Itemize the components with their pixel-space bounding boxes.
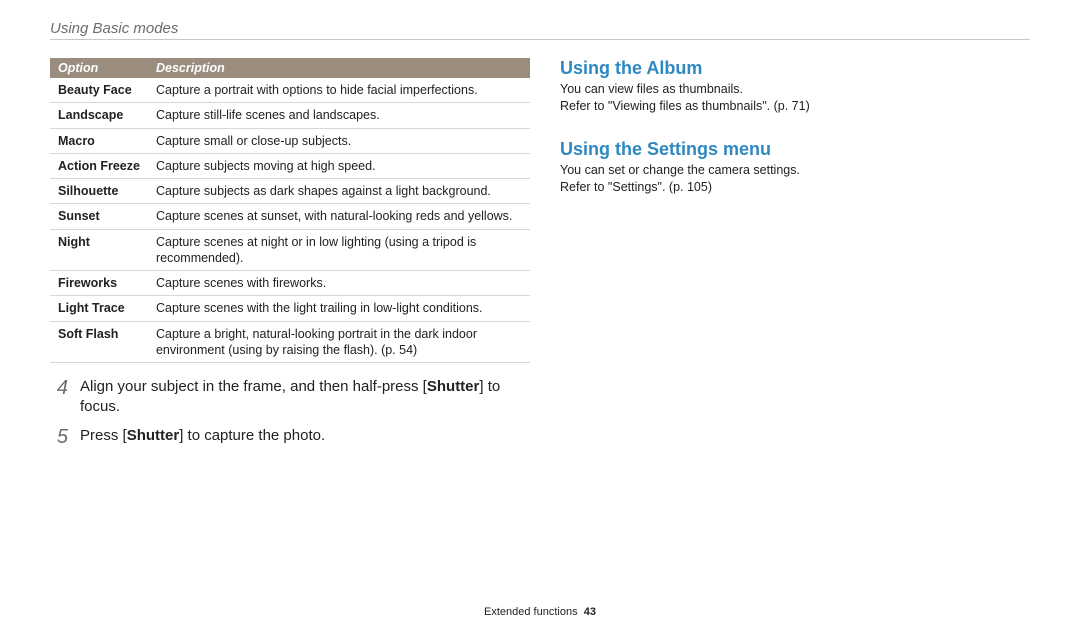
option-desc: Capture a bright, natural-looking portra… bbox=[148, 321, 530, 363]
table-header-option: Option bbox=[50, 58, 148, 78]
option-desc: Capture scenes with fireworks. bbox=[148, 271, 530, 296]
option-name: Sunset bbox=[50, 204, 148, 229]
option-name: Landscape bbox=[50, 103, 148, 128]
table-header-description: Description bbox=[148, 58, 530, 78]
section-heading-album: Using the Album bbox=[560, 58, 1030, 79]
step-number: 4 bbox=[50, 377, 68, 400]
step-text-bold: Shutter bbox=[427, 378, 480, 395]
step-number: 5 bbox=[50, 426, 68, 449]
table-row: Beauty FaceCapture a portrait with optio… bbox=[50, 78, 530, 103]
section-line: Refer to "Settings". (p. 105) bbox=[560, 179, 1030, 196]
option-name: Night bbox=[50, 229, 148, 271]
option-name: Silhouette bbox=[50, 179, 148, 204]
table-row: Soft FlashCapture a bright, natural-look… bbox=[50, 321, 530, 363]
option-desc: Capture subjects as dark shapes against … bbox=[148, 179, 530, 204]
table-row: Action FreezeCapture subjects moving at … bbox=[50, 153, 530, 178]
option-desc: Capture subjects moving at high speed. bbox=[148, 153, 530, 178]
option-desc: Capture scenes with the light trailing i… bbox=[148, 296, 530, 321]
section-line: Refer to "Viewing files as thumbnails". … bbox=[560, 98, 1030, 115]
options-table: Option Description Beauty FaceCapture a … bbox=[50, 58, 530, 363]
right-column: Using the Album You can view files as th… bbox=[560, 58, 1030, 457]
option-name: Macro bbox=[50, 128, 148, 153]
section-line: You can set or change the camera setting… bbox=[560, 162, 1030, 179]
option-desc: Capture scenes at night or in low lighti… bbox=[148, 229, 530, 271]
table-row: SilhouetteCapture subjects as dark shape… bbox=[50, 179, 530, 204]
step-text-bold: Shutter bbox=[127, 427, 180, 444]
option-name: Light Trace bbox=[50, 296, 148, 321]
left-column: Option Description Beauty FaceCapture a … bbox=[50, 58, 530, 457]
footer-page-number: 43 bbox=[584, 606, 596, 618]
table-row: SunsetCapture scenes at sunset, with nat… bbox=[50, 204, 530, 229]
step-5: 5 Press [Shutter] to capture the photo. bbox=[50, 426, 530, 449]
steps-list: 4 Align your subject in the frame, and t… bbox=[50, 377, 530, 449]
option-desc: Capture a portrait with options to hide … bbox=[148, 78, 530, 103]
table-row: LandscapeCapture still-life scenes and l… bbox=[50, 103, 530, 128]
option-name: Soft Flash bbox=[50, 321, 148, 363]
section-body-album: You can view files as thumbnails. Refer … bbox=[560, 81, 1030, 115]
section-body-settings: You can set or change the camera setting… bbox=[560, 162, 1030, 196]
content-columns: Option Description Beauty FaceCapture a … bbox=[50, 58, 1030, 457]
option-name: Action Freeze bbox=[50, 153, 148, 178]
option-desc: Capture scenes at sunset, with natural-l… bbox=[148, 204, 530, 229]
table-row: FireworksCapture scenes with fireworks. bbox=[50, 271, 530, 296]
table-row: NightCapture scenes at night or in low l… bbox=[50, 229, 530, 271]
page-title: Using Basic modes bbox=[50, 20, 1030, 40]
section-line: You can view files as thumbnails. bbox=[560, 81, 1030, 98]
page-footer: Extended functions 43 bbox=[0, 606, 1080, 618]
step-text: Align your subject in the frame, and the… bbox=[80, 377, 530, 418]
step-text: Press [Shutter] to capture the photo. bbox=[80, 426, 530, 446]
option-desc: Capture still-life scenes and landscapes… bbox=[148, 103, 530, 128]
option-name: Fireworks bbox=[50, 271, 148, 296]
step-4: 4 Align your subject in the frame, and t… bbox=[50, 377, 530, 418]
section-heading-settings: Using the Settings menu bbox=[560, 139, 1030, 160]
footer-section: Extended functions bbox=[484, 606, 578, 618]
step-text-post: ] to capture the photo. bbox=[179, 427, 325, 444]
manual-page: Using Basic modes Option Description Bea… bbox=[0, 0, 1080, 630]
table-row: Light TraceCapture scenes with the light… bbox=[50, 296, 530, 321]
step-text-pre: Press [ bbox=[80, 427, 127, 444]
table-row: MacroCapture small or close-up subjects. bbox=[50, 128, 530, 153]
option-name: Beauty Face bbox=[50, 78, 148, 103]
step-text-pre: Align your subject in the frame, and the… bbox=[80, 378, 427, 395]
option-desc: Capture small or close-up subjects. bbox=[148, 128, 530, 153]
table-header-row: Option Description bbox=[50, 58, 530, 78]
